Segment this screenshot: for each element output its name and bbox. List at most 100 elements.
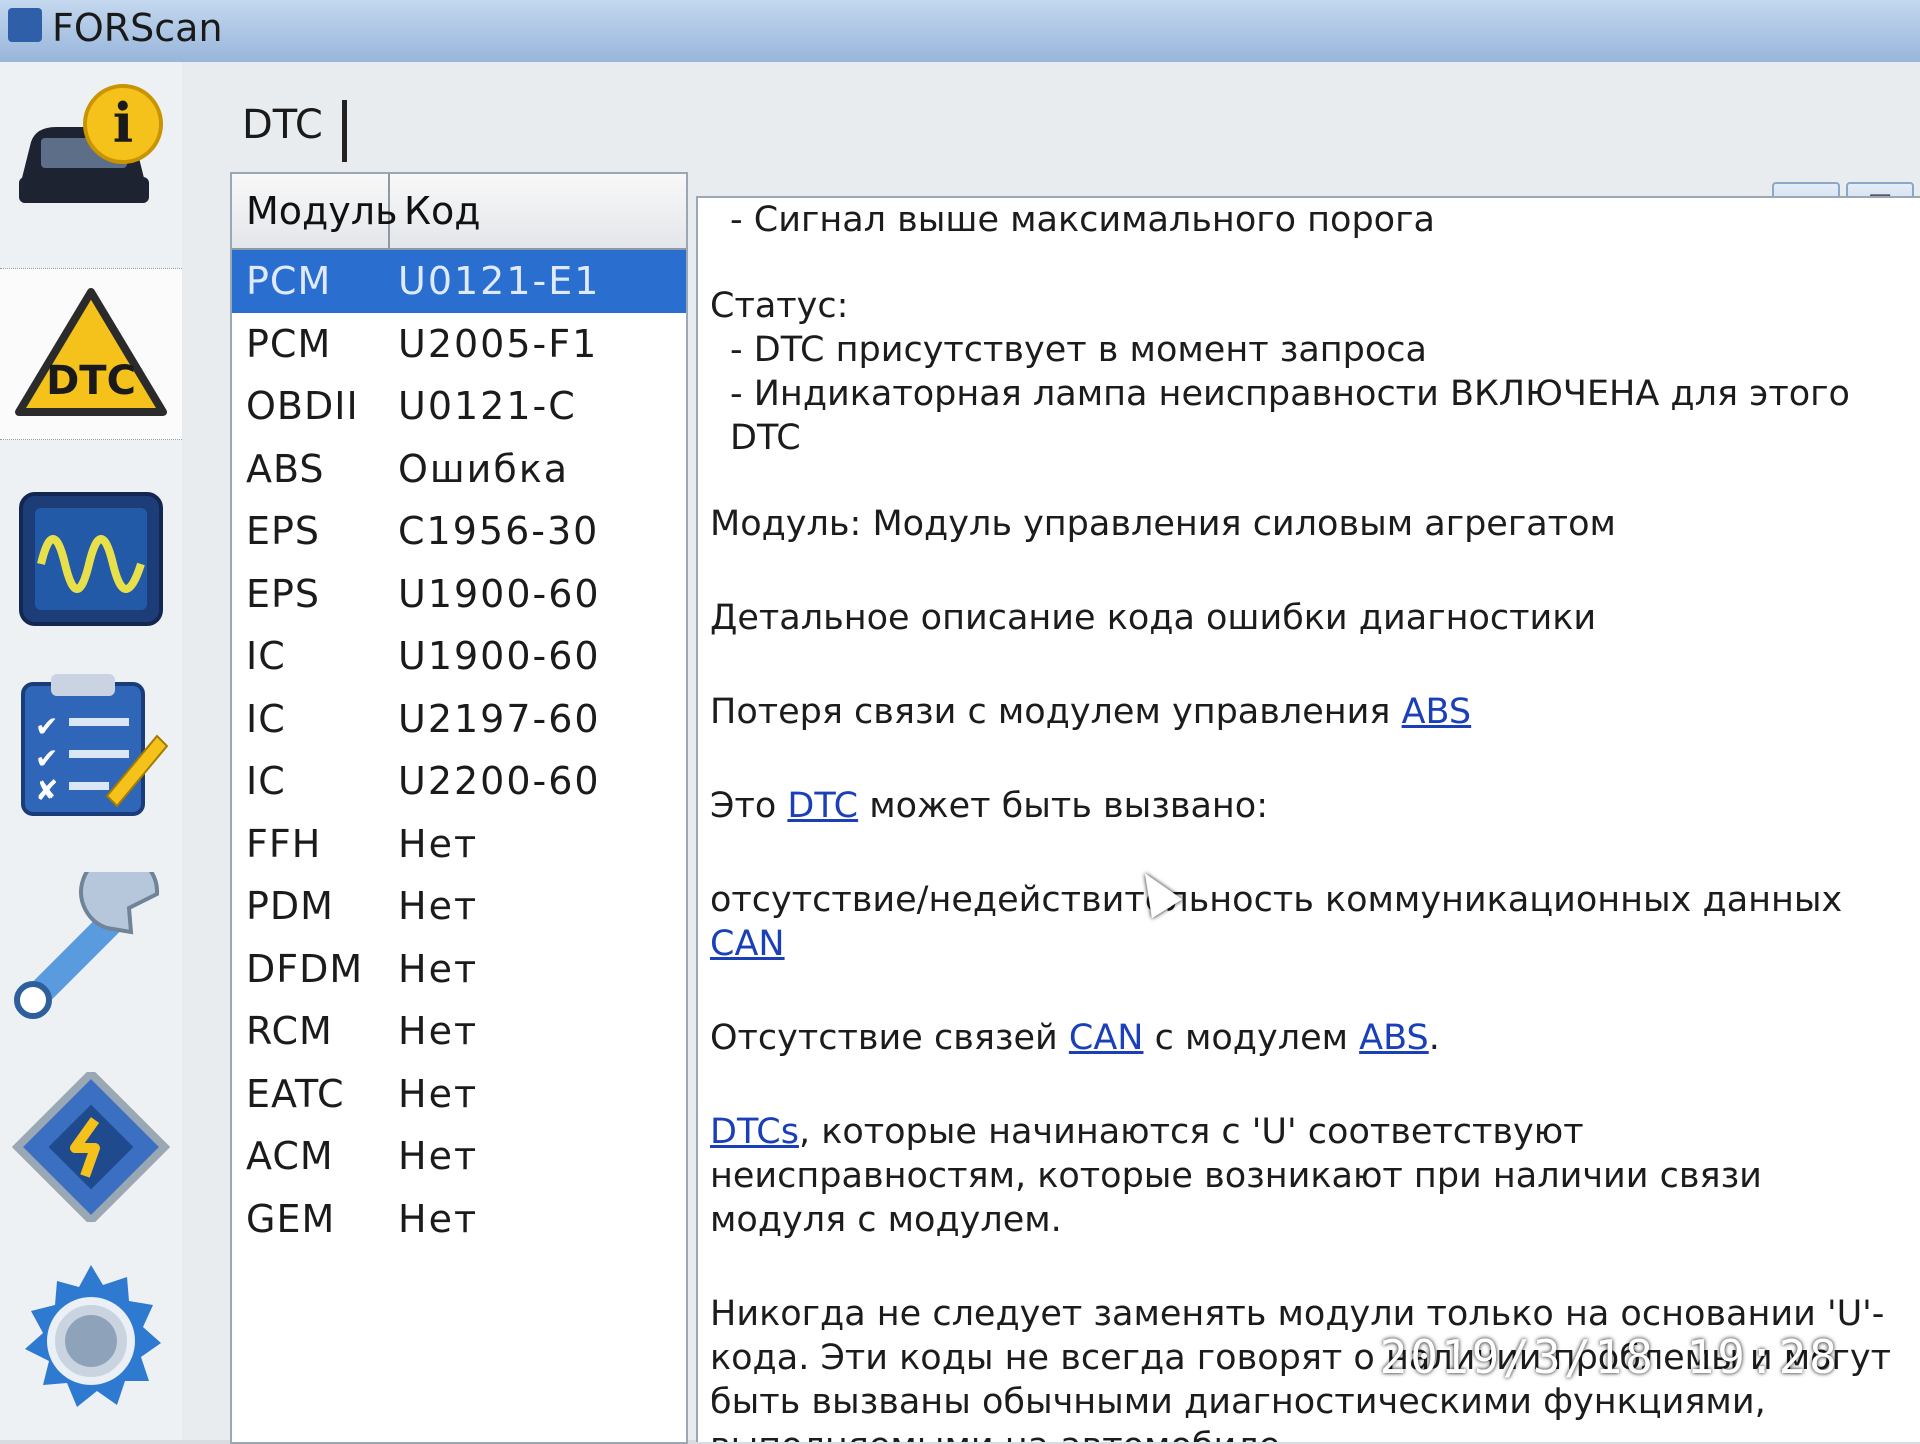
- dtc-module: GEM: [246, 1196, 336, 1241]
- dtc-code: Ошибка: [398, 446, 570, 491]
- dtc-row[interactable]: EPS U1900-60: [232, 563, 686, 626]
- dtc-panel: DTC – □ Модуль Код PCMU0121-E1 PCMU2005-…: [182, 62, 1920, 1444]
- abs-link[interactable]: ABS: [1359, 1018, 1429, 1058]
- wrench-icon: [14, 872, 160, 1019]
- dtc-module: EPS: [246, 509, 321, 554]
- oscilloscope-icon: [19, 492, 163, 626]
- dtc-row[interactable]: IC U1900-60: [232, 625, 686, 688]
- dtc-module: IC: [246, 696, 286, 741]
- dtc-row[interactable]: EPS C1956-30: [232, 500, 686, 563]
- module-chip-icon: [11, 1072, 171, 1222]
- dtc-module: EATC: [246, 1071, 345, 1116]
- dtc-row[interactable]: OBDII U0121-C: [232, 375, 686, 438]
- dtc-module: DFDM: [246, 946, 364, 991]
- dtc-row[interactable]: GEM Нет: [232, 1188, 686, 1251]
- svg-text:✘: ✘: [35, 774, 58, 807]
- dtc-code: U2197-60: [398, 696, 601, 741]
- dtc-list-header: Модуль Код: [232, 174, 686, 250]
- abs-link[interactable]: ABS: [1402, 692, 1472, 732]
- forscan-logo-icon: [8, 8, 42, 42]
- dtc-module: PCM: [246, 321, 332, 366]
- status-label: Статус:: [710, 286, 849, 326]
- sidebar-item-tests[interactable]: ✔ ✔ ✘: [0, 660, 182, 830]
- sidebar-item-service[interactable]: [0, 862, 182, 1032]
- photo-timestamp: 2019/3/18 19:28: [1379, 1330, 1840, 1384]
- loss-paragraph: Потеря связи с модулем управления ABS: [710, 690, 1900, 734]
- window-title: FORScan: [52, 6, 223, 50]
- dtc-code: Нет: [398, 1196, 479, 1241]
- dtc-row[interactable]: IC U2197-60: [232, 688, 686, 751]
- dtc-row[interactable]: IC U2200-60: [232, 750, 686, 813]
- dtc-module: RCM: [246, 1009, 333, 1054]
- cause-pre: Это: [710, 786, 788, 826]
- dtc-list: Модуль Код PCM U0121-E1 PCM U2005-F1 OBDII…: [230, 172, 688, 1444]
- sidebar-item-configuration[interactable]: [0, 1062, 182, 1232]
- sidebar-item-dtc[interactable]: DTC: [0, 268, 182, 440]
- dtc-row[interactable]: PDM Нет: [232, 875, 686, 938]
- svg-text:✔: ✔: [35, 742, 58, 775]
- dtc-module: PDM: [246, 884, 334, 929]
- sidebar-item-settings[interactable]: [0, 1252, 182, 1422]
- module-line: Модуль: Модуль управления силовым агрега…: [710, 504, 1616, 544]
- dtc-module: ABS: [246, 446, 325, 491]
- title-divider: [342, 100, 347, 162]
- svg-text:DTC: DTC: [46, 358, 136, 404]
- checklist-icon: ✔ ✔ ✘: [21, 674, 169, 816]
- abs-pre: Отсутствие связей: [710, 1018, 1069, 1058]
- vehicle-info-icon: i: [19, 84, 163, 203]
- can-link[interactable]: CAN: [1069, 1018, 1144, 1058]
- sidebar-item-oscilloscope[interactable]: [0, 474, 182, 644]
- can-link[interactable]: CAN: [710, 924, 785, 964]
- cause-paragraph: Это DTC может быть вызвано:: [710, 784, 1900, 828]
- dtc-row[interactable]: DFDM Нет: [232, 938, 686, 1001]
- dtcs-link[interactable]: DTCs: [710, 1112, 799, 1152]
- dtc-module: OBDII: [246, 384, 359, 429]
- panel-title: DTC: [242, 102, 323, 148]
- dtc-code: Нет: [398, 1071, 479, 1116]
- dtc-code: U2200-60: [398, 759, 601, 804]
- dtc-row[interactable]: EATC Нет: [232, 1063, 686, 1126]
- dtc-code: Нет: [398, 946, 479, 991]
- abs-mid: с модулем: [1143, 1018, 1360, 1058]
- title-bar: FORScan: [0, 0, 1920, 63]
- dtc-description-pane[interactable]: - Сигнал выше максимального порога Стату…: [696, 196, 1920, 1442]
- dtc-code: U0121-C: [398, 384, 577, 429]
- gear-settings-icon: [25, 1265, 161, 1407]
- dtc-code: U1900-60: [398, 634, 601, 679]
- dtc-code: U2005-F1: [398, 321, 599, 366]
- column-header-module[interactable]: Модуль: [232, 174, 397, 248]
- u-codes-paragraph: DTCs, которые начинаются с 'U' соответст…: [710, 1110, 1900, 1242]
- dtc-module: IC: [246, 634, 286, 679]
- dtc-code: Нет: [398, 821, 479, 866]
- column-header-code[interactable]: Код: [390, 174, 686, 248]
- dtc-module: FFH: [246, 821, 322, 866]
- dtc-module: EPS: [246, 571, 321, 616]
- cause-post: может быть вызвано:: [858, 786, 1269, 826]
- dtc-row[interactable]: ACM Нет: [232, 1125, 686, 1188]
- dtc-description-text: - Сигнал выше максимального порога Стату…: [710, 198, 1900, 1442]
- can-text: отсутствие/недействительность коммуникац…: [710, 880, 1843, 920]
- condition-line: - Сигнал выше максимального порога: [730, 200, 1435, 240]
- warning-dtc-icon: DTC: [15, 288, 167, 416]
- abs-post: .: [1428, 1018, 1440, 1058]
- detail-heading: Детальное описание кода ошибки диагности…: [710, 598, 1597, 638]
- u-codes-text: , которые начинаются с 'U' соответствуют…: [710, 1112, 1762, 1240]
- svg-text:✔: ✔: [35, 710, 58, 743]
- sidebar-item-vehicle-info[interactable]: i: [0, 62, 182, 232]
- dtc-row[interactable]: PCM U2005-F1: [232, 313, 686, 376]
- loss-text: Потеря связи с модулем управления: [710, 692, 1402, 732]
- dtc-module: IC: [246, 759, 286, 804]
- dtc-code: Нет: [398, 884, 479, 929]
- can-paragraph: отсутствие/недействительность коммуникац…: [710, 878, 1900, 966]
- abs-paragraph: Отсутствие связей CAN с модулем ABS.: [710, 1016, 1900, 1060]
- dtc-module: ACM: [246, 1134, 334, 1179]
- dtc-link[interactable]: DTC: [787, 786, 858, 826]
- dtc-row[interactable]: ABS Ошибка: [232, 438, 686, 501]
- status-line: - Индикаторная лампа неисправности ВКЛЮЧ…: [730, 374, 1850, 458]
- dtc-code: U1900-60: [398, 571, 601, 616]
- svg-text:i: i: [113, 91, 134, 155]
- dtc-row[interactable]: RCM Нет: [232, 1000, 686, 1063]
- dtc-row-selected[interactable]: PCM U0121-E1: [232, 250, 686, 313]
- dtc-code: Нет: [398, 1009, 479, 1054]
- dtc-row[interactable]: FFH Нет: [232, 813, 686, 876]
